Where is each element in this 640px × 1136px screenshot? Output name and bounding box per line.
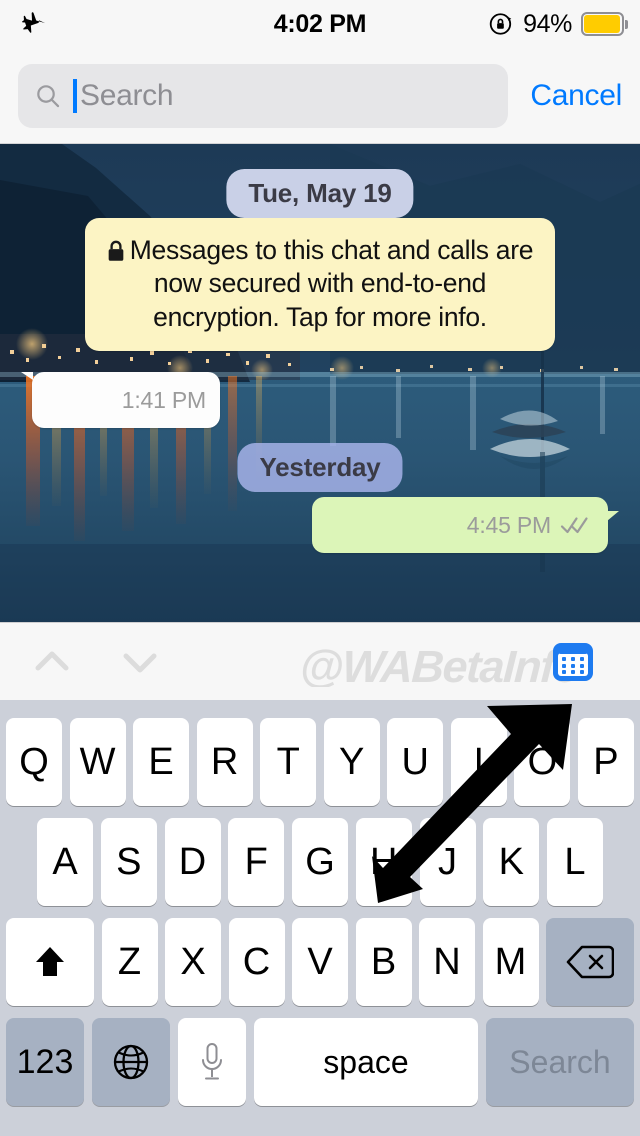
key-s[interactable]: S — [100, 818, 157, 906]
numbers-key[interactable]: 123 — [6, 1018, 84, 1106]
onscreen-keyboard: Q W E R T Y U I O P A S D F G H J K L Z … — [0, 700, 640, 1136]
shift-key[interactable] — [6, 918, 94, 1006]
globe-language-icon — [113, 1044, 149, 1080]
date-divider: Yesterday — [237, 443, 403, 492]
message-bubble-incoming[interactable]: 1:41 PM — [21, 372, 220, 428]
key-q[interactable]: Q — [6, 718, 62, 806]
key-g[interactable]: G — [292, 818, 348, 906]
search-bar: Search Cancel — [0, 48, 640, 144]
encryption-notice-text: Messages to this chat and calls are now … — [129, 235, 534, 332]
key-b[interactable]: B — [355, 918, 412, 1006]
key-u[interactable]: U — [387, 718, 444, 806]
key-p[interactable]: P — [577, 718, 634, 806]
rotation-lock-icon — [489, 13, 512, 35]
chevron-up-icon[interactable] — [30, 640, 74, 684]
message-list: Tue, May 19 Messages to this chat and ca… — [0, 144, 640, 622]
battery-icon — [581, 12, 628, 36]
status-bar-right: 94% — [488, 0, 628, 48]
space-key[interactable]: space — [254, 1018, 478, 1106]
battery-percent: 94% — [523, 9, 572, 38]
search-placeholder: Search — [80, 78, 174, 112]
key-o[interactable]: O — [514, 718, 571, 806]
microphone-icon — [202, 1043, 222, 1080]
chat-conversation: Tue, May 19 Messages to this chat and ca… — [0, 144, 640, 622]
keyboard-row-2: A S D F G H J K L — [0, 818, 640, 906]
keyboard-row-1: Q W E R T Y U I O P — [0, 718, 640, 806]
keyboard-row-3: Z X C V B N M — [0, 918, 640, 1006]
globe-key[interactable] — [92, 1018, 170, 1106]
key-z[interactable]: Z — [101, 918, 158, 1006]
key-k[interactable]: K — [483, 818, 540, 906]
key-n[interactable]: N — [419, 918, 475, 1006]
message-timestamp: 1:41 PM — [121, 386, 206, 413]
key-x[interactable]: X — [165, 918, 221, 1006]
key-y[interactable]: Y — [323, 718, 380, 806]
keyboard-row-4: 123 space Search — [0, 1018, 640, 1106]
key-v[interactable]: V — [292, 918, 348, 1006]
key-h[interactable]: H — [355, 818, 412, 906]
double-check-icon — [560, 517, 588, 534]
key-e[interactable]: E — [133, 718, 190, 806]
key-m[interactable]: M — [482, 918, 539, 1006]
shift-arrow-icon — [36, 947, 64, 976]
key-r[interactable]: R — [196, 718, 253, 806]
search-input[interactable]: Search — [18, 63, 509, 128]
key-j[interactable]: J — [419, 818, 476, 906]
backspace-key[interactable] — [546, 918, 634, 1006]
search-navigation-bar: @WABetaInfo — [0, 622, 640, 700]
search-return-key[interactable]: Search — [486, 1018, 634, 1106]
key-d[interactable]: D — [164, 818, 221, 906]
dictation-key[interactable] — [178, 1018, 246, 1106]
date-divider: Tue, May 19 — [226, 169, 414, 218]
key-c[interactable]: C — [228, 918, 285, 1006]
encryption-notice[interactable]: Messages to this chat and calls are now … — [85, 218, 555, 352]
status-time: 4:02 PM — [273, 9, 367, 38]
search-icon — [37, 84, 60, 107]
message-timestamp: 4:45 PM — [466, 511, 551, 538]
key-l[interactable]: L — [547, 818, 603, 906]
message-bubble-outgoing[interactable]: 4:45 PM — [312, 497, 619, 553]
phone-screen: 4:02 PM 94% Search Cancel Tue, May 19 Me… — [0, 0, 640, 1136]
key-a[interactable]: A — [37, 818, 93, 906]
status-bar: 4:02 PM 94% — [0, 0, 640, 48]
calendar-keypad-icon[interactable] — [552, 641, 594, 683]
key-f[interactable]: F — [228, 818, 285, 906]
text-cursor — [73, 78, 77, 113]
backspace-delete-icon — [566, 945, 614, 979]
lock-icon — [108, 240, 124, 261]
cancel-button[interactable]: Cancel — [530, 79, 622, 113]
key-t[interactable]: T — [260, 718, 317, 806]
key-w[interactable]: W — [69, 718, 126, 806]
chevron-down-icon[interactable] — [118, 640, 162, 684]
key-i[interactable]: I — [450, 718, 507, 806]
